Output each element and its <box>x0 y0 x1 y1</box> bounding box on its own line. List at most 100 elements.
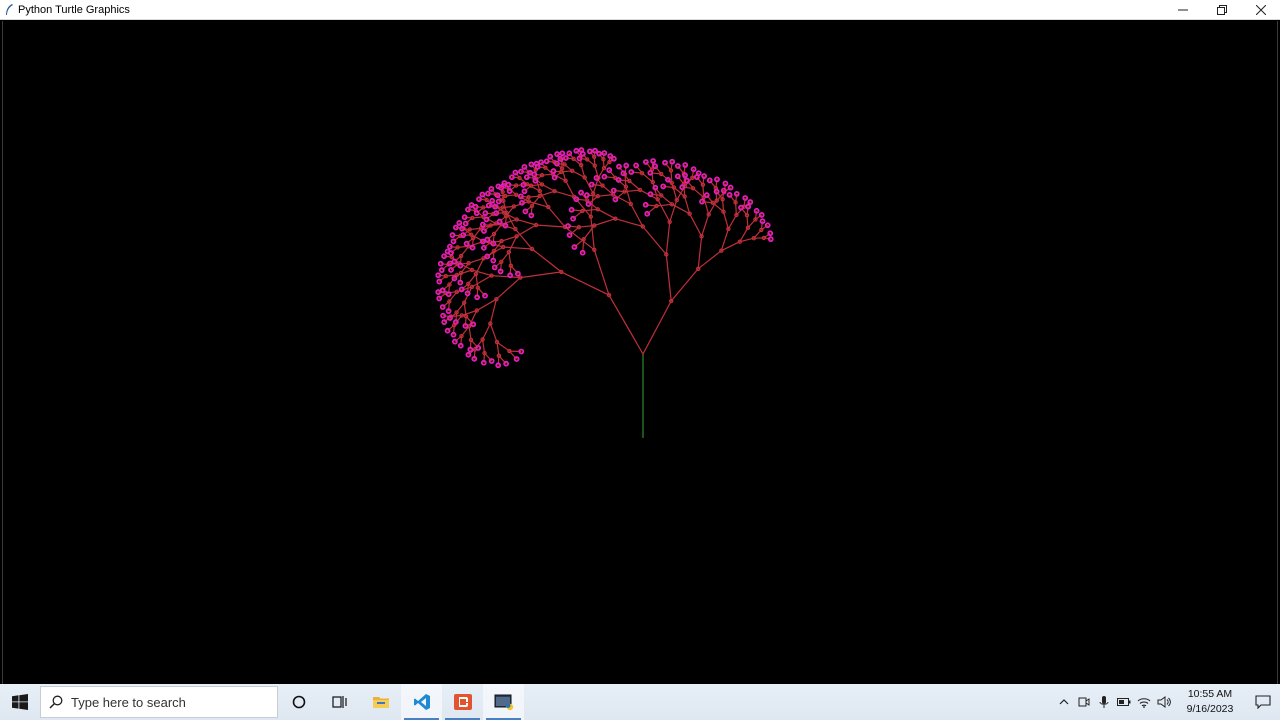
task-view-button[interactable] <box>319 684 360 720</box>
taskbar-search-box[interactable]: Type here to search <box>40 686 278 718</box>
tree-node <box>608 153 613 159</box>
tree-node <box>596 151 602 156</box>
clock-date: 9/16/2023 <box>1186 703 1234 715</box>
tree-branch <box>531 248 562 273</box>
cortana-button[interactable] <box>278 684 319 720</box>
tree-node <box>560 151 565 156</box>
tree-branch <box>547 206 566 228</box>
taskbar-clock[interactable]: 10:55 AM 9/16/2023 <box>1178 687 1242 717</box>
window-title-bar[interactable]: Python Turtle Graphics <box>0 0 1280 20</box>
python-turtle-button[interactable] <box>483 684 524 720</box>
microphone-icon <box>1099 696 1109 708</box>
tree-node <box>743 195 748 201</box>
volume-icon <box>1157 696 1171 708</box>
tree-node <box>670 159 675 164</box>
tree-node <box>490 198 495 203</box>
vscode-button[interactable] <box>401 684 442 720</box>
fractal-tree-drawing <box>435 147 774 438</box>
notification-icon <box>1255 695 1271 709</box>
python-turtle-icon <box>494 694 513 711</box>
tree-node <box>592 148 598 153</box>
tree-branch <box>594 218 616 227</box>
turtle-feather-icon <box>0 0 18 20</box>
tree-branch <box>665 254 672 302</box>
wifi-icon <box>1137 698 1151 708</box>
vscode-icon <box>413 694 430 710</box>
restore-icon <box>1216 5 1227 15</box>
clock-time: 10:55 AM <box>1187 688 1233 700</box>
tree-branch <box>703 197 710 215</box>
meet-now-button[interactable] <box>1074 684 1094 720</box>
tree-branch <box>670 268 699 302</box>
tree-branch <box>656 203 673 207</box>
tree-node <box>748 199 753 205</box>
restore-button[interactable] <box>1202 0 1241 20</box>
tree-branch <box>536 224 566 228</box>
close-button[interactable] <box>1241 0 1280 20</box>
tree-branch <box>642 226 667 255</box>
microphone-button[interactable] <box>1094 684 1114 720</box>
tree-node <box>754 208 759 213</box>
tree-node <box>509 174 515 180</box>
tree-node <box>506 182 511 187</box>
volume-button[interactable] <box>1154 684 1174 720</box>
battery-button[interactable] <box>1114 684 1134 720</box>
tree-node <box>519 349 524 354</box>
file-explorer-icon <box>372 697 389 708</box>
tree-branch <box>642 300 672 355</box>
search-placeholder: Type here to search <box>71 694 186 710</box>
window-title: Python Turtle Graphics <box>18 3 130 16</box>
tree-branch <box>471 275 492 288</box>
app-orange-button[interactable] <box>442 684 483 720</box>
tree-node <box>602 150 607 156</box>
tree-node <box>476 196 482 202</box>
tree-branch <box>597 208 616 220</box>
tree-node <box>569 207 574 212</box>
cortana-icon <box>292 695 305 709</box>
tree-branch <box>608 294 644 355</box>
tree-node <box>696 170 701 176</box>
windows-logo-icon <box>12 694 28 710</box>
tree-branch <box>597 194 614 197</box>
tree-node <box>473 204 478 209</box>
tree-node <box>462 214 467 220</box>
tree-node <box>765 223 770 228</box>
tree-branch <box>727 214 737 230</box>
show-hidden-icons-button[interactable] <box>1054 684 1074 720</box>
search-icon <box>49 695 63 709</box>
tree-branch <box>584 177 594 194</box>
tree-node <box>602 174 607 179</box>
tree-node <box>768 231 773 236</box>
start-button[interactable] <box>0 684 40 720</box>
tree-branch <box>495 277 521 300</box>
tree-node <box>436 272 441 278</box>
close-icon <box>1255 5 1266 15</box>
tree-node <box>691 166 696 172</box>
tree-branch <box>520 271 562 279</box>
tree-branch <box>516 218 537 226</box>
tree-branch <box>689 213 703 237</box>
network-button[interactable] <box>1134 684 1154 720</box>
minimize-button[interactable] <box>1163 0 1202 20</box>
tree-node <box>760 218 765 224</box>
tree-branch <box>561 271 610 296</box>
tree-branch <box>503 246 533 250</box>
tree-node <box>734 191 740 197</box>
action-center-button[interactable] <box>1246 684 1280 720</box>
app-orange-icon <box>453 694 472 710</box>
tree-branch <box>665 221 671 255</box>
meet-icon <box>1078 697 1090 707</box>
turtle-canvas[interactable] <box>2 21 1278 684</box>
tree-node <box>441 253 447 259</box>
tree-branch <box>701 214 710 237</box>
tree-branch <box>496 341 510 352</box>
task-view-icon <box>331 696 347 708</box>
tree-node <box>683 162 688 168</box>
tree-branch <box>590 216 595 250</box>
tree-branch <box>657 199 671 223</box>
file-explorer-button[interactable] <box>360 684 401 720</box>
tree-node <box>538 159 544 165</box>
tree-branch <box>593 249 610 296</box>
tree-branch <box>722 211 729 230</box>
tree-node <box>746 204 751 209</box>
